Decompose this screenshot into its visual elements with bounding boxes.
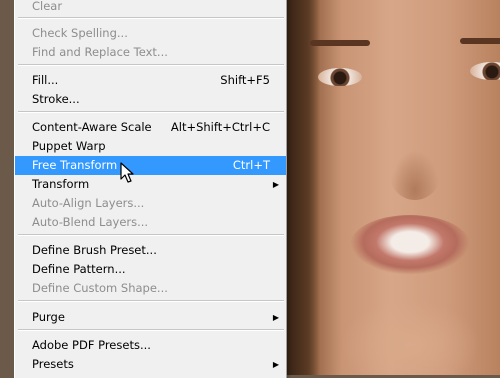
submenu-arrow-icon: ▶: [272, 360, 279, 369]
menu-item-shortcut: Ctrl+T: [232, 158, 270, 172]
edit-menu: Clear Check Spelling... Find and Replace…: [14, 0, 287, 378]
menu-item-label: Stroke...: [32, 92, 80, 106]
menu-item-label: Find and Replace Text...: [32, 45, 168, 59]
menu-item-label: Auto-Blend Layers...: [32, 215, 149, 229]
photo-right-brow: [460, 38, 500, 44]
submenu-arrow-icon: ▶: [272, 313, 279, 322]
background-photo: [280, 0, 500, 375]
menu-item-label: Clear: [32, 0, 63, 13]
photo-nose: [390, 150, 440, 200]
menu-item-label: Auto-Align Layers...: [32, 196, 145, 210]
menu-item-label: Fill...: [32, 73, 59, 87]
photo-right-eye: [470, 62, 500, 80]
menu-item-define-brush-preset[interactable]: Define Brush Preset...: [15, 241, 286, 260]
menu-item-presets[interactable]: Presets ▶: [15, 355, 286, 374]
menu-item-check-spelling[interactable]: Check Spelling...: [15, 24, 286, 43]
menu-item-label: Adobe PDF Presets...: [32, 338, 151, 352]
menu-item-label: Free Transform: [32, 158, 118, 172]
menu-item-label: Purge: [32, 310, 65, 324]
menu-item-define-custom-shape[interactable]: Define Custom Shape...: [15, 279, 286, 298]
menu-item-auto-blend-layers[interactable]: Auto-Blend Layers...: [15, 213, 286, 232]
menu-item-stroke[interactable]: Stroke...: [15, 90, 286, 109]
menu-separator: [18, 234, 284, 236]
menu-separator: [18, 111, 284, 113]
menu-item-label: Define Brush Preset...: [32, 243, 157, 257]
menu-separator: [18, 300, 284, 302]
menu-item-purge[interactable]: Purge ▶: [15, 308, 286, 327]
menu-item-label: Content-Aware Scale: [32, 120, 152, 134]
menu-separator: [18, 64, 284, 66]
menu-separator: [18, 17, 284, 19]
menu-item-transform[interactable]: Transform ▶: [15, 175, 286, 194]
menu-item-free-transform[interactable]: Free Transform Ctrl+T: [15, 156, 286, 175]
menu-item-adobe-pdf-presets[interactable]: Adobe PDF Presets...: [15, 336, 286, 355]
photo-lips: [350, 215, 470, 275]
photo-chin: [340, 300, 480, 375]
menu-item-clear[interactable]: Clear: [15, 0, 286, 16]
photo-left-brow: [310, 40, 370, 46]
submenu-arrow-icon: ▶: [272, 180, 279, 189]
menu-item-shortcut: Shift+F5: [220, 73, 270, 87]
menu-item-label: Check Spelling...: [32, 26, 128, 40]
menu-item-label: Puppet Warp: [32, 139, 106, 153]
menu-item-fill[interactable]: Fill... Shift+F5: [15, 71, 286, 90]
menu-item-label: Transform: [32, 177, 90, 191]
menu-item-puppet-warp[interactable]: Puppet Warp: [15, 137, 286, 156]
menu-item-label: Presets: [32, 357, 74, 371]
menu-item-define-pattern[interactable]: Define Pattern...: [15, 260, 286, 279]
menu-item-auto-align-layers[interactable]: Auto-Align Layers...: [15, 194, 286, 213]
menu-item-content-aware-scale[interactable]: Content-Aware Scale Alt+Shift+Ctrl+C: [15, 118, 286, 137]
menu-separator: [18, 329, 284, 331]
menu-item-label: Define Custom Shape...: [32, 281, 168, 295]
menu-item-label: Define Pattern...: [32, 262, 126, 276]
menu-item-find-replace-text[interactable]: Find and Replace Text...: [15, 43, 286, 62]
menu-item-shortcut: Alt+Shift+Ctrl+C: [170, 120, 270, 134]
mouse-pointer-icon: [120, 162, 134, 183]
photo-left-eye: [318, 68, 362, 86]
